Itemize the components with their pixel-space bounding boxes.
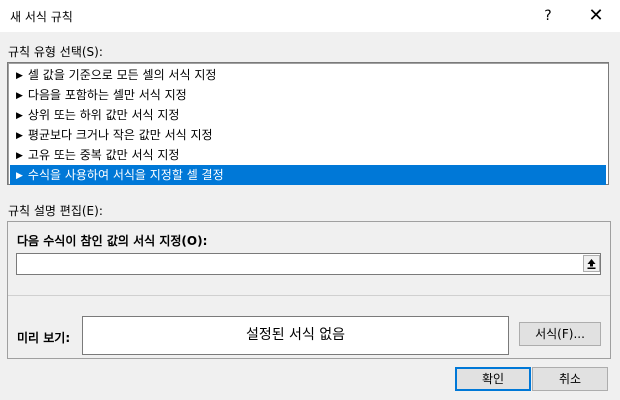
window-title: 새 서식 규칙 (10, 10, 73, 24)
preview-box: 설정된 서식 없음 (82, 316, 509, 355)
collapse-dialog-icon[interactable] (583, 255, 600, 272)
divider (8, 295, 610, 296)
rule-type-item[interactable]: ▶ 평균보다 크거나 작은 값만 서식 지정 (10, 125, 606, 145)
rule-desc-label: 규칙 설명 편집(E): (8, 204, 103, 218)
help-button[interactable]: ? (536, 5, 560, 27)
formula-input[interactable] (16, 253, 601, 275)
ok-button[interactable]: 확인 (455, 367, 531, 391)
rule-type-item-label: 셀 값을 기준으로 모든 셀의 서식 지정 (27, 68, 217, 82)
rule-type-list[interactable]: ▶ 셀 값을 기준으로 모든 셀의 서식 지정 ▶ 다음을 포함하는 셀만 서식 지… (7, 62, 609, 185)
expand-arrow-icon: ▶ (16, 131, 23, 141)
expand-arrow-icon: ▶ (16, 151, 23, 161)
title-bar: 새 서식 규칙 ? ✕ (0, 0, 620, 32)
format-button[interactable]: 서식(F)... (519, 322, 601, 346)
rule-type-item[interactable]: ▶ 셀 값을 기준으로 모든 셀의 서식 지정 (10, 65, 606, 85)
rule-type-item-label: 상위 또는 하위 값만 서식 지정 (27, 108, 180, 122)
cancel-button[interactable]: 취소 (532, 367, 608, 391)
preview-label: 미리 보기: (17, 331, 71, 345)
expand-arrow-icon: ▶ (16, 91, 23, 101)
rule-type-item-selected[interactable]: ▶ 수식을 사용하여 서식을 지정할 셀 결정 (10, 165, 606, 185)
rule-type-item-label: 평균보다 크거나 작은 값만 서식 지정 (27, 128, 213, 142)
rule-type-item[interactable]: ▶ 고유 또는 중복 값만 서식 지정 (10, 145, 606, 165)
rule-type-item-label: 수식을 사용하여 서식을 지정할 셀 결정 (27, 168, 224, 182)
close-button[interactable]: ✕ (578, 4, 614, 28)
formula-label: 다음 수식이 참인 값의 서식 지정(O): (17, 234, 208, 248)
rule-type-item[interactable]: ▶ 상위 또는 하위 값만 서식 지정 (10, 105, 606, 125)
rule-type-item-label: 다음을 포함하는 셀만 서식 지정 (27, 88, 187, 102)
expand-arrow-icon: ▶ (16, 171, 23, 181)
rule-type-item-label: 고유 또는 중복 값만 서식 지정 (27, 148, 180, 162)
expand-arrow-icon: ▶ (16, 71, 23, 81)
rule-type-label: 규칙 유형 선택(S): (8, 45, 103, 59)
rule-type-item[interactable]: ▶ 다음을 포함하는 셀만 서식 지정 (10, 85, 606, 105)
expand-arrow-icon: ▶ (16, 111, 23, 121)
